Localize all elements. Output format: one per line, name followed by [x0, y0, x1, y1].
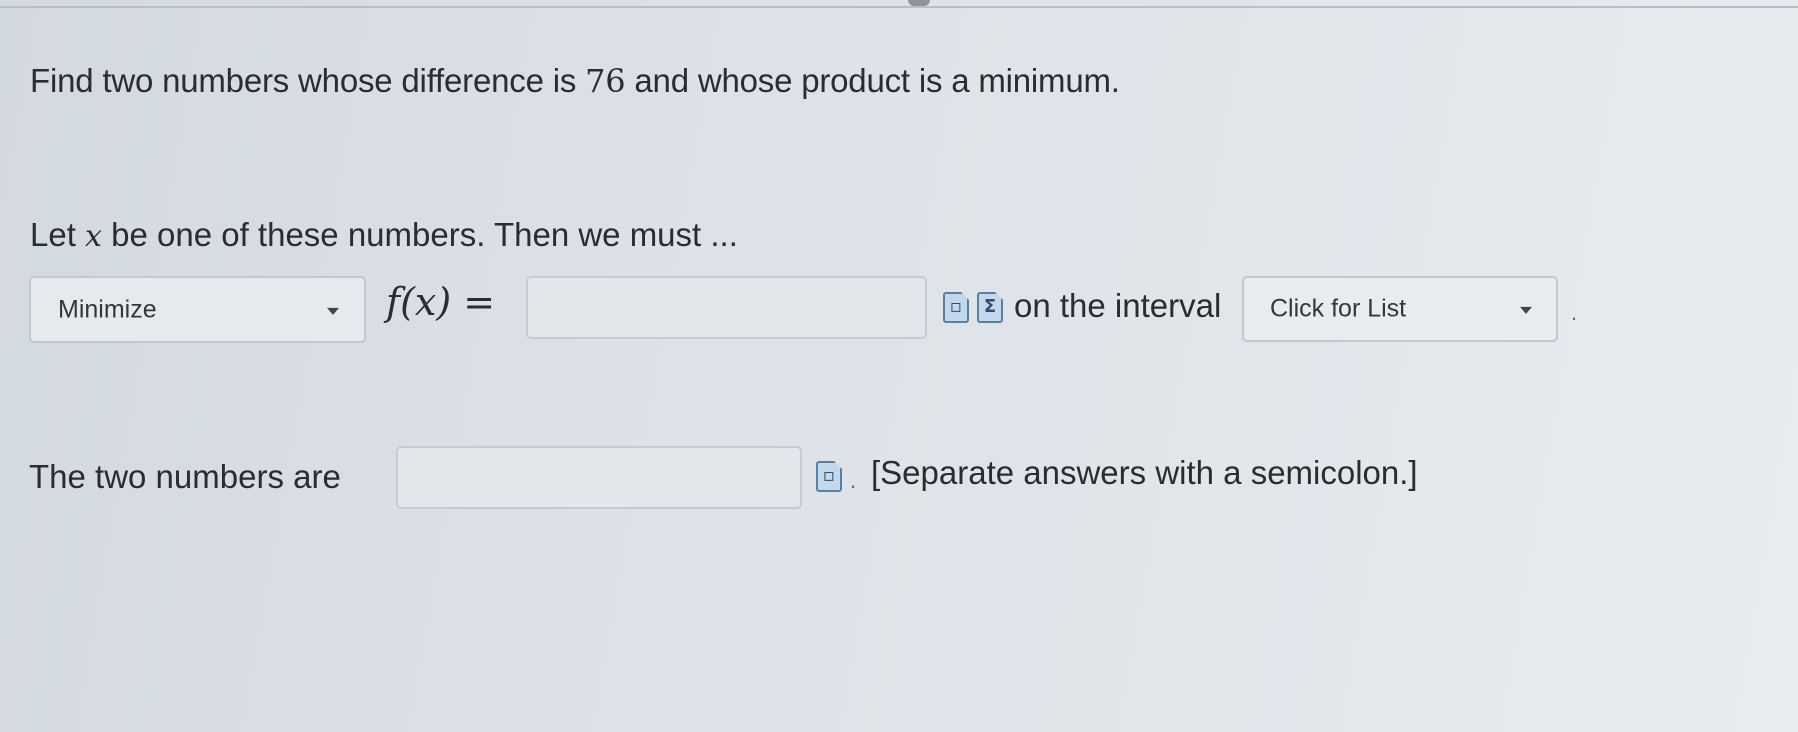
preview-icon[interactable]: ▫ — [943, 292, 969, 323]
objective-dropdown-value: Minimize — [58, 295, 157, 323]
answer-period: . — [850, 468, 857, 493]
question-text: Find two numbers whose difference is 76 … — [30, 62, 1120, 100]
trailing-period: . — [1571, 300, 1578, 325]
sigma-icon[interactable]: Σ — [977, 292, 1003, 323]
top-divider — [0, 6, 1798, 8]
function-input[interactable] — [526, 276, 927, 339]
chevron-down-icon — [327, 307, 339, 315]
collapse-handle[interactable] — [908, 0, 930, 6]
objective-dropdown[interactable]: Minimize — [29, 276, 366, 343]
function-label: f(x) = — [386, 280, 496, 324]
semicolon-hint: [Separate answers with a semicolon.] — [871, 454, 1418, 491]
interval-label: on the interval — [1014, 287, 1222, 324]
numbers-input[interactable] — [396, 446, 802, 509]
setup-text: Let x be one of these numbers. Then we m… — [30, 216, 738, 254]
interval-dropdown-value: Click for List — [1270, 294, 1407, 323]
preview-icon[interactable]: ▫ — [816, 461, 842, 492]
interval-dropdown[interactable]: Click for List — [1242, 276, 1558, 342]
chevron-down-icon — [1520, 306, 1532, 314]
variable-x: x — [85, 219, 102, 254]
difference-value: 76 — [585, 62, 626, 100]
answer-label: The two numbers are — [29, 458, 341, 495]
